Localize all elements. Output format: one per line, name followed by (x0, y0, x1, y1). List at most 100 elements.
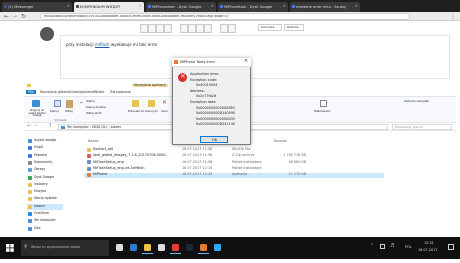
edge-icon[interactable] (128, 243, 139, 253)
pin-button-label[interactable]: Przypnij do paska Szybki dostęp (26, 109, 48, 118)
nav-item[interactable]: Pulpit (27, 145, 63, 151)
size-select[interactable]: Rozmiar (284, 24, 304, 31)
move-to-icon[interactable] (132, 100, 139, 107)
nav-item[interactable]: Pobrane (27, 153, 63, 159)
up-icon[interactable]: ↑ (48, 123, 52, 129)
paste-shortcut-button[interactable]: Wklej skrót (86, 112, 102, 115)
nav-item[interactable]: Sieć (27, 226, 63, 232)
image-button[interactable] (188, 24, 196, 33)
cut-button-label[interactable]: Wytnij (86, 100, 95, 103)
copy-button-label[interactable]: Kopiuj (50, 110, 59, 113)
explorer-search-placeholder: Przeszukaj: xiaomi (395, 125, 423, 129)
nav-item[interactable]: Stacja dysków (27, 196, 63, 202)
delete-label[interactable]: Usuń (161, 110, 168, 113)
breadcrumb-item[interactable]: DATA (D:) (92, 125, 107, 129)
pin-icon[interactable] (32, 100, 40, 107)
nav-item[interactable]: xiaomi (27, 203, 63, 210)
browser-tab[interactable]: (1) Messenger × (2, 2, 72, 12)
close-icon[interactable]: × (244, 59, 248, 64)
column-header-3[interactable]: Rozmiar (274, 139, 287, 143)
browser-tab[interactable]: KOMPENDIUM WIEDZY × (74, 2, 144, 12)
copy-path-button[interactable]: Kopiuj ścieżkę (86, 106, 106, 109)
ribbon-tab[interactable]: Narzędzia główne (40, 90, 70, 94)
paste-button-label[interactable]: Wklej (65, 110, 73, 113)
breadcrumb-item[interactable]: Ten komputer (67, 125, 89, 129)
tab-close-icon[interactable]: × (67, 4, 70, 8)
breadcrumb-item[interactable]: xiaomi (111, 125, 122, 129)
input-language[interactable]: POL (405, 245, 412, 249)
task-view-icon[interactable] (114, 243, 125, 253)
menu-icon[interactable]: ⋮ (450, 13, 456, 20)
tab-close-icon[interactable]: × (283, 4, 286, 8)
post-text-link[interactable]: miflash (95, 42, 110, 47)
reload-icon[interactable]: ↻ (21, 13, 26, 20)
ok-button[interactable]: OK (200, 136, 228, 143)
table-row[interactable]: MiFlashSetup_eng 16.07.2017 11:58 Pakiet I… (84, 160, 384, 165)
move-to-label[interactable]: Przenieś do (128, 110, 144, 113)
ribbon-tab[interactable]: Widok (94, 90, 104, 94)
clock-date[interactable]: 16.07.2017 (418, 248, 437, 252)
cut-icon[interactable]: ✂ (80, 100, 83, 105)
volume-icon[interactable]: ♬ (390, 243, 394, 249)
nav-item[interactable]: Szybki dostęp (27, 138, 63, 144)
ribbon-tab[interactable]: Udostępnianie (70, 90, 94, 94)
code-button[interactable] (204, 24, 212, 33)
align-button[interactable] (228, 24, 236, 33)
copy-icon[interactable] (54, 100, 61, 107)
list-button[interactable] (220, 24, 228, 33)
nav-item[interactable]: Muzyka (27, 189, 63, 195)
forward-icon[interactable]: → (12, 13, 17, 20)
explorer-search-input[interactable]: Przeszukaj: xiaomi (392, 124, 452, 130)
font-select[interactable]: Czcionka (258, 24, 282, 31)
nav-item[interactable]: Ten komputer (27, 218, 63, 224)
nav-item[interactable]: Dokumenty (27, 160, 63, 166)
bold-button[interactable] (140, 24, 148, 33)
back-icon[interactable]: ← (27, 123, 31, 129)
start-button[interactable] (0, 237, 20, 259)
properties-label[interactable]: Właściwości (314, 110, 331, 113)
table-row[interactable]: MiFlashSetup_eng-int.3a9fb4n 16.07.2017 1… (84, 166, 384, 171)
browser-tab[interactable]: MiPhoneeker - Dysk Google × (146, 2, 216, 12)
tab-close-icon[interactable]: × (139, 4, 142, 8)
steam-icon[interactable] (184, 243, 195, 253)
delete-icon[interactable]: ✕ (162, 100, 167, 106)
nav-item[interactable]: instalery (27, 182, 63, 188)
table-row[interactable]: MiPhone 16.07.2017 12:29 Aplikacja 27 270 K… (84, 172, 384, 178)
column-header-0[interactable]: Nazwa (88, 139, 99, 143)
url-input[interactable]: miuipolska.pl/forum/topic/19154-bootload… (40, 13, 410, 20)
nav-item-label: Stacja dysków (34, 196, 57, 201)
underline-button[interactable] (156, 24, 164, 33)
strike-button[interactable] (164, 24, 172, 33)
browser-tab[interactable]: MiPhonetool - Dysk Google × (218, 2, 288, 12)
tab-close-icon[interactable]: × (355, 4, 358, 8)
photoshop-icon[interactable] (212, 243, 223, 253)
miphone-app-icon[interactable] (198, 243, 209, 254)
notifications-icon[interactable] (448, 244, 454, 250)
store-icon[interactable] (156, 243, 167, 253)
italic-button[interactable] (148, 24, 156, 33)
nav-item[interactable]: OneDrive (27, 211, 63, 217)
browser-tab[interactable]: mipitone error miui - Szukaj × (290, 2, 360, 12)
ribbon-tab[interactable]: Plik (26, 90, 36, 94)
select-all-button[interactable]: Zaznacz wszystko (404, 100, 429, 103)
paste-icon[interactable] (66, 100, 73, 108)
network-icon[interactable] (380, 244, 385, 249)
back-icon[interactable]: ← (4, 13, 9, 20)
nav-item[interactable]: Obrazy (27, 167, 63, 173)
quote-button[interactable] (196, 24, 204, 33)
copy-to-label[interactable]: Kopiuj do (145, 110, 158, 113)
file-explorer-icon[interactable] (142, 243, 153, 254)
nav-item[interactable]: Dysk Google (27, 175, 63, 181)
clock-time[interactable]: 12:31 (424, 241, 434, 245)
copy-to-icon[interactable] (148, 100, 155, 107)
table-row[interactable]: land_global_images_7.1.6_20170706.0000..… (84, 153, 384, 158)
taskbar-search-input[interactable]: ⚲ Wpisz tu wyszukiwane słowa (21, 240, 109, 256)
table-row[interactable]: flashort_azll 16.07.2017 11:58 WinZip File (84, 147, 384, 152)
link-button[interactable] (180, 24, 188, 33)
ribbon-tab[interactable]: Zarządzanie (110, 90, 131, 94)
tab-close-icon[interactable]: × (211, 4, 214, 8)
forward-icon[interactable]: → (34, 123, 38, 129)
chrome-icon[interactable] (170, 243, 181, 254)
tray-up-icon[interactable]: ⌃ (370, 243, 374, 249)
properties-icon[interactable] (320, 100, 327, 107)
